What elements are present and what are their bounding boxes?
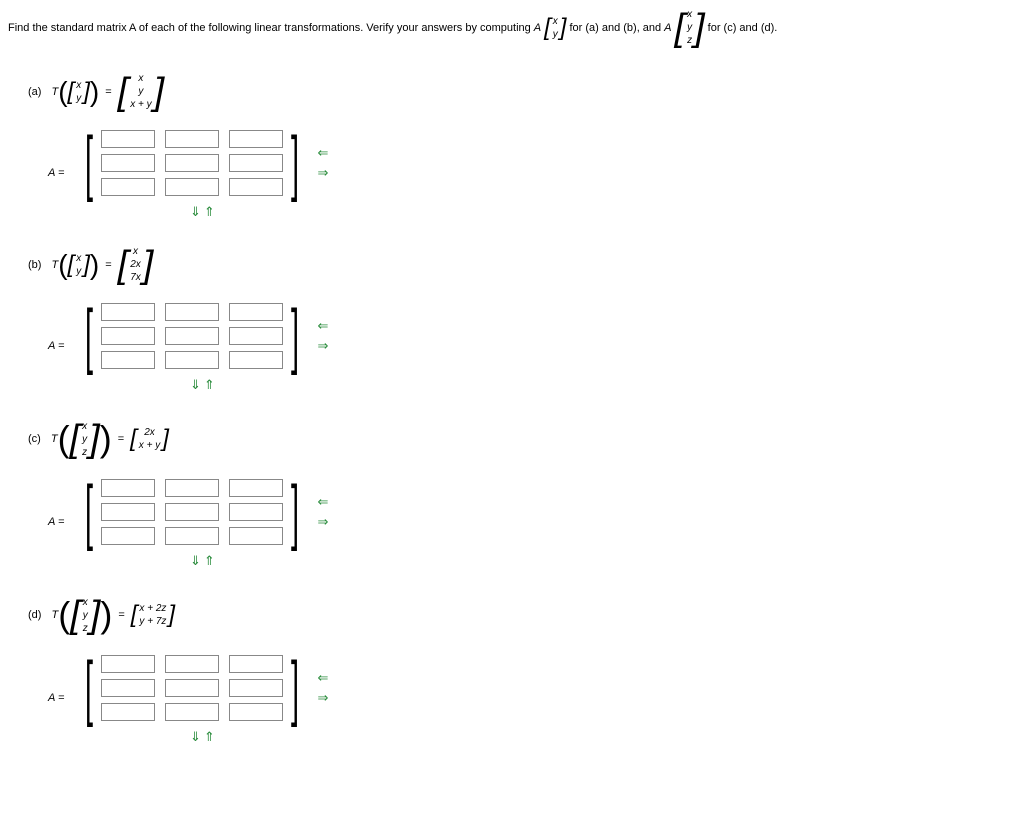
add-col-icon[interactable]: ⇒ — [317, 165, 328, 181]
matrix-cell[interactable] — [229, 479, 283, 497]
matrix-cell[interactable] — [229, 327, 283, 345]
remove-col-icon[interactable]: ⇐ — [317, 145, 328, 161]
remove-row-icon[interactable]: ⇑ — [204, 729, 218, 744]
matrix-c: [ ] ⇐ ⇒ — [79, 475, 328, 549]
matrix-cell[interactable] — [229, 503, 283, 521]
matrix-cell[interactable] — [101, 479, 155, 497]
matrix-cell[interactable] — [229, 679, 283, 697]
matrix-cell[interactable] — [165, 503, 219, 521]
t-symbol: T — [51, 259, 58, 271]
matrix-cell[interactable] — [101, 154, 155, 172]
add-row-icon[interactable]: ⇓ — [190, 204, 204, 219]
matrix-cell[interactable] — [101, 130, 155, 148]
add-col-icon[interactable]: ⇒ — [317, 690, 328, 706]
intro-text: Find the standard matrix A of each of th… — [8, 22, 531, 34]
matrix-cell[interactable] — [165, 303, 219, 321]
part-d-label: (d) — [28, 609, 41, 621]
matrix-cell[interactable] — [229, 527, 283, 545]
remove-col-icon[interactable]: ⇐ — [317, 494, 328, 510]
a-equals-label: A = — [48, 340, 64, 352]
matrix-cell[interactable] — [165, 479, 219, 497]
part-a-label: (a) — [28, 86, 41, 98]
part-b-label: (b) — [28, 259, 41, 271]
mid-text-1: for (a) and (b), and — [569, 22, 661, 34]
vec-xyz: [ x y z ] — [675, 8, 705, 47]
remove-row-icon[interactable]: ⇑ — [204, 553, 218, 568]
matrix-cell[interactable] — [229, 703, 283, 721]
matrix-cell[interactable] — [165, 130, 219, 148]
add-col-icon[interactable]: ⇒ — [317, 338, 328, 354]
a-label-1: A — [534, 22, 541, 34]
a-equals-label: A = — [48, 692, 64, 704]
matrix-cell[interactable] — [165, 527, 219, 545]
remove-row-icon[interactable]: ⇑ — [204, 204, 218, 219]
part-b: (b) T ( [ x y ] ) = [ x 2x 7x ] A = [ — [8, 245, 1016, 393]
vec-xy: [ x y ] — [544, 15, 566, 41]
a-label-2: A — [664, 22, 671, 34]
matrix-cell[interactable] — [165, 327, 219, 345]
matrix-b: [ ] ⇐ ⇒ — [79, 299, 328, 373]
matrix-cell[interactable] — [165, 655, 219, 673]
problem-statement: Find the standard matrix A of each of th… — [8, 8, 1016, 47]
add-row-icon[interactable]: ⇓ — [190, 729, 204, 744]
mid-text-2: for (c) and (d). — [708, 22, 778, 34]
matrix-cell[interactable] — [165, 703, 219, 721]
t-symbol: T — [51, 86, 58, 98]
remove-col-icon[interactable]: ⇐ — [317, 318, 328, 334]
matrix-cell[interactable] — [229, 178, 283, 196]
matrix-cell[interactable] — [101, 178, 155, 196]
matrix-a: [ ] ⇐ ⇒ — [79, 126, 328, 200]
matrix-cell[interactable] — [101, 503, 155, 521]
matrix-cell[interactable] — [101, 327, 155, 345]
matrix-cell[interactable] — [101, 703, 155, 721]
matrix-cell[interactable] — [101, 527, 155, 545]
matrix-cell[interactable] — [229, 655, 283, 673]
matrix-cell[interactable] — [165, 154, 219, 172]
remove-col-icon[interactable]: ⇐ — [317, 670, 328, 686]
a-equals-label: A = — [48, 167, 64, 179]
t-symbol: T — [51, 609, 58, 621]
matrix-cell[interactable] — [229, 154, 283, 172]
t-symbol: T — [51, 433, 58, 445]
add-row-icon[interactable]: ⇓ — [190, 553, 204, 568]
matrix-d: [ ] ⇐ ⇒ — [79, 651, 328, 725]
matrix-cell[interactable] — [229, 303, 283, 321]
matrix-cell[interactable] — [229, 351, 283, 369]
add-row-icon[interactable]: ⇓ — [190, 377, 204, 392]
matrix-cell[interactable] — [101, 655, 155, 673]
matrix-cell[interactable] — [101, 351, 155, 369]
part-c: (c) T ( [ x y z ] ) = [ 2x x + y ] A = [ — [8, 418, 1016, 569]
matrix-cell[interactable] — [229, 130, 283, 148]
matrix-cell[interactable] — [101, 303, 155, 321]
add-col-icon[interactable]: ⇒ — [317, 514, 328, 530]
part-c-label: (c) — [28, 433, 41, 445]
matrix-cell[interactable] — [165, 178, 219, 196]
remove-row-icon[interactable]: ⇑ — [204, 377, 218, 392]
part-a: (a) T ( [ x y ] ) = [ x y x + y ] A = [ — [8, 72, 1016, 220]
a-equals-label: A = — [48, 516, 64, 528]
matrix-cell[interactable] — [165, 679, 219, 697]
matrix-cell[interactable] — [165, 351, 219, 369]
matrix-cell[interactable] — [101, 679, 155, 697]
part-d: (d) T ( [ x y z ] ) = [ x + 2z y + 7z ] … — [8, 594, 1016, 745]
